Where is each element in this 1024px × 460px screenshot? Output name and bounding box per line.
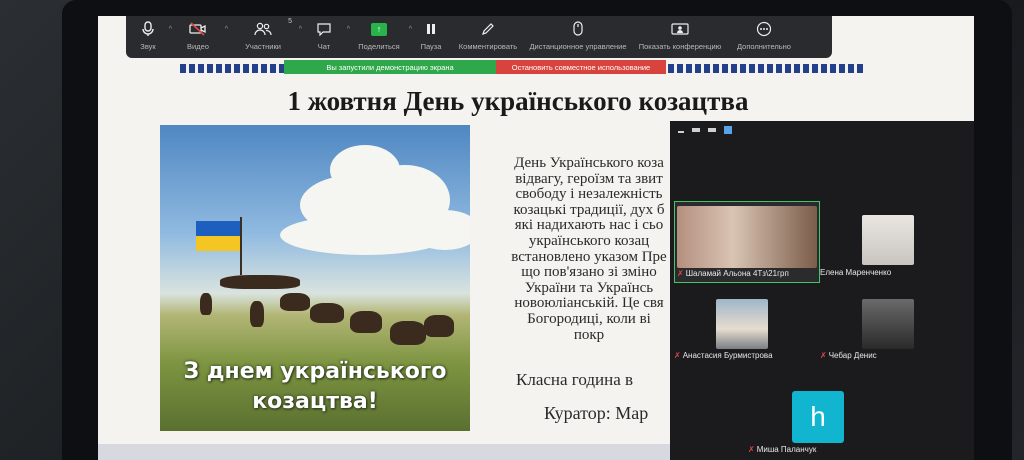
gallery-panel: ✗ Шаламай Альона 4Тз\21грп Елена Маренче… bbox=[670, 121, 974, 460]
ukraine-flag-icon bbox=[196, 221, 242, 251]
more-button[interactable]: Дополнительно bbox=[728, 20, 800, 51]
participant-tile[interactable]: h ✗ Миша Паланчук bbox=[748, 377, 894, 457]
pause-share-button[interactable]: Пауза bbox=[410, 20, 452, 51]
share-screen-button[interactable]: ↑ ^ Поделиться bbox=[348, 20, 412, 51]
gallery-controls bbox=[670, 121, 974, 139]
muted-mic-icon: ✗ bbox=[677, 269, 684, 278]
participant-name: Елена Маренченко bbox=[820, 268, 892, 277]
muted-mic-icon: ✗ bbox=[674, 351, 681, 360]
annotate-button[interactable]: Комментировать bbox=[452, 20, 524, 51]
minimize-icon[interactable] bbox=[678, 131, 684, 133]
participants-icon bbox=[254, 20, 272, 38]
participant-tile[interactable]: ✗ Шаламай Альона 4Тз\21грп bbox=[674, 201, 820, 283]
screen: 1 жовтня День українського козацтва З дн… bbox=[98, 16, 974, 460]
share-screen-icon: ↑ bbox=[370, 20, 388, 38]
poster-caption: З днем українського козацтва! bbox=[183, 359, 447, 414]
show-meeting-button[interactable]: Показать конференцию bbox=[632, 20, 728, 51]
participant-photo bbox=[716, 299, 768, 349]
speaker-view-icon[interactable] bbox=[708, 128, 716, 132]
gallery-view-icon[interactable] bbox=[724, 126, 732, 134]
participant-name: Анастасия Бурмистрова bbox=[682, 351, 773, 360]
muted-mic-icon: ✗ bbox=[748, 445, 755, 454]
cossack-poster-image: З днем українського козацтва! bbox=[160, 125, 470, 431]
avatar: h bbox=[792, 391, 844, 443]
curator-text: Куратор: Мар bbox=[544, 403, 649, 423]
audio-button[interactable]: ^ Звук bbox=[126, 20, 172, 51]
remote-control-icon bbox=[569, 20, 587, 38]
participant-tile[interactable]: ✗ Анастасия Бурмистрова bbox=[674, 293, 820, 375]
slide-title: 1 жовтня День українського козацтва bbox=[287, 86, 749, 116]
participant-name: Шаламай Альона 4Тз\21грп bbox=[685, 269, 789, 278]
annotate-icon bbox=[479, 20, 497, 38]
participant-photo bbox=[862, 299, 914, 349]
sharing-status-bar: Вы запустили демонстрацию экрана bbox=[284, 60, 496, 74]
meeting-toolbar: ^ Звук ^ Видео 5 ^ Участники ^ Чат ↑ ^ П… bbox=[126, 16, 832, 58]
show-meeting-icon bbox=[671, 20, 689, 38]
participant-name: Чебар Денис bbox=[828, 351, 877, 360]
participant-tile[interactable]: ✗ Чебар Денис bbox=[820, 293, 966, 375]
participant-video bbox=[677, 206, 817, 268]
stop-sharing-label: Остановить совместное использование bbox=[511, 62, 651, 72]
chat-button[interactable]: ^ Чат bbox=[300, 20, 350, 51]
decor-stripe-right bbox=[668, 64, 864, 73]
slide-body-text: День Українського коза відвагу, героїзм … bbox=[511, 156, 667, 343]
video-button[interactable]: ^ Видео bbox=[170, 20, 228, 51]
participants-button[interactable]: 5 ^ Участники bbox=[226, 18, 302, 51]
participant-name: Миша Паланчук bbox=[756, 445, 817, 454]
photo-frame: 1 жовтня День українського козацтва З дн… bbox=[0, 0, 1024, 460]
more-icon bbox=[755, 20, 773, 38]
chat-icon bbox=[315, 20, 333, 38]
stop-sharing-button[interactable]: Остановить совместное использование bbox=[496, 60, 666, 74]
participant-tile[interactable]: Елена Маренченко bbox=[820, 201, 966, 283]
single-view-icon[interactable] bbox=[692, 128, 700, 132]
participant-count: 5 bbox=[288, 18, 292, 25]
pause-icon bbox=[422, 20, 440, 38]
video-off-icon bbox=[189, 20, 207, 38]
muted-mic-icon: ✗ bbox=[820, 351, 827, 360]
sharing-status-text: Вы запустили демонстрацию экрана bbox=[326, 62, 454, 72]
participant-photo bbox=[862, 215, 914, 265]
class-hour-text: Класна година в bbox=[516, 370, 634, 389]
microphone-icon bbox=[139, 20, 157, 38]
remote-control-button[interactable]: Дистанционное управление bbox=[524, 20, 632, 51]
